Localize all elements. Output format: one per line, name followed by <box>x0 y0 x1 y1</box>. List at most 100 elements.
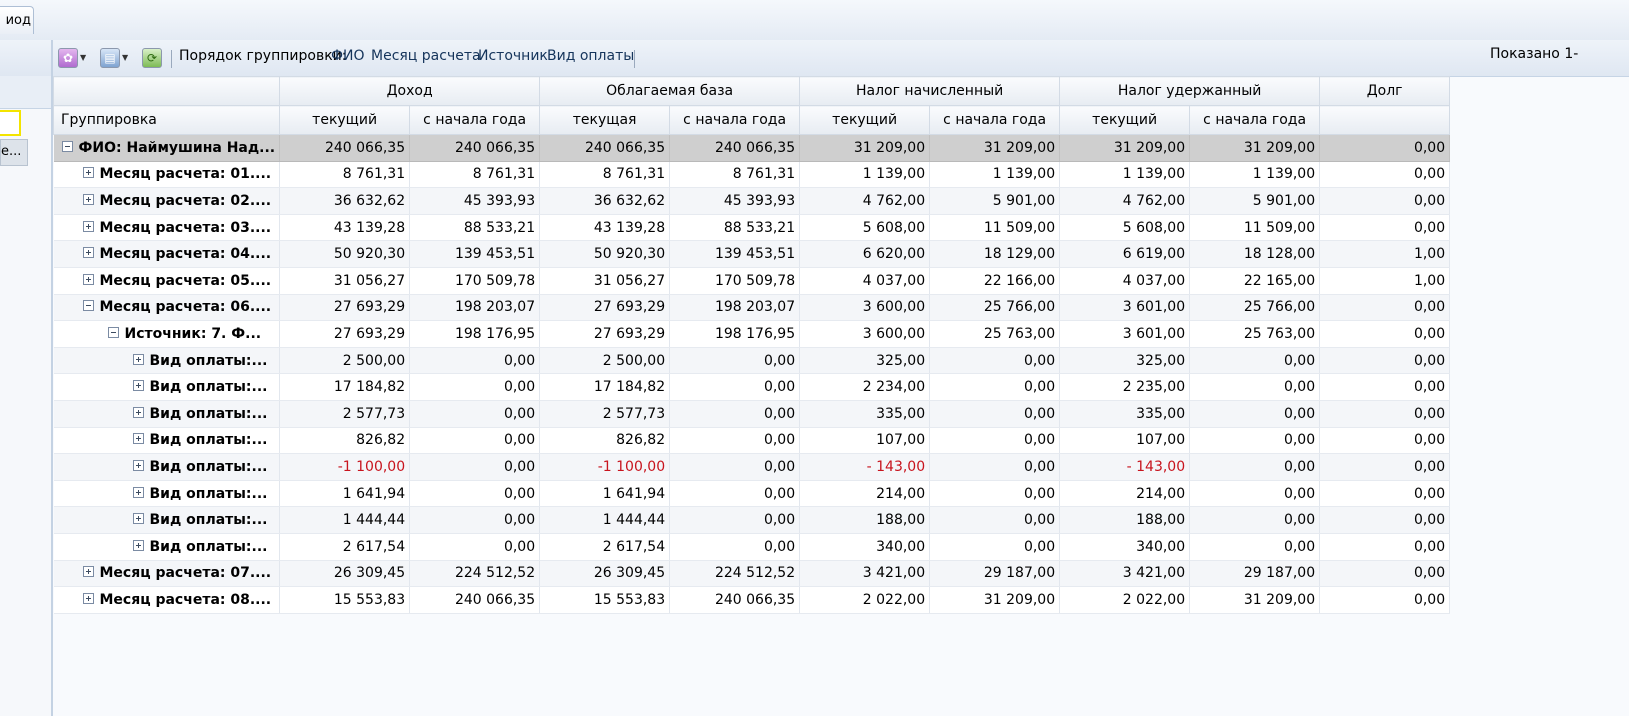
value-cell: 0,00 <box>409 427 541 455</box>
table-row[interactable]: Вид оплаты:... 2 617,54 0,00 2 617,54 0,00 34… <box>53 533 1451 561</box>
value-cell: 0,00 <box>1319 506 1451 534</box>
table-row[interactable]: Месяц расчета: 02.... 36 632,62 45 393,93 3… <box>53 187 1451 215</box>
table-row[interactable]: Вид оплаты:... 1 444,44 0,00 1 444,44 0,00 18… <box>53 506 1451 534</box>
grouping-cell: Источник: 7. Ф... <box>53 320 281 348</box>
column-header-accrued-ytd[interactable]: с начала года <box>929 105 1061 135</box>
add-menu-button[interactable]: ✿ ▼ <box>58 47 90 69</box>
collapse-icon[interactable] <box>61 140 73 152</box>
grouping-cell: Вид оплаты:... <box>53 506 281 534</box>
expand-icon[interactable] <box>132 406 144 418</box>
value-cell: 31 209,00 <box>1059 134 1191 162</box>
column-header-withheld-current[interactable]: текущий <box>1059 105 1191 135</box>
column-header-base-ytd[interactable]: с начала года <box>669 105 801 135</box>
expand-icon[interactable] <box>132 433 144 445</box>
left-filter-input[interactable] <box>0 110 21 136</box>
grouping-item-fio[interactable]: ФИО <box>331 48 365 64</box>
expand-icon[interactable] <box>82 167 94 179</box>
expand-icon[interactable] <box>132 513 144 525</box>
expand-icon[interactable] <box>82 592 94 604</box>
expand-icon[interactable] <box>132 380 144 392</box>
group-label: Вид оплаты:... <box>149 538 268 555</box>
table-row[interactable]: Месяц расчета: 08.... 15 553,83 240 066,35… <box>53 586 1451 614</box>
group-label: Месяц расчета: 05.... <box>99 272 272 289</box>
table-row[interactable]: Вид оплаты:... 826,82 0,00 826,82 0,00 107,00… <box>53 427 1451 455</box>
value-cell: 2 235,00 <box>1059 373 1191 401</box>
table-row[interactable]: Вид оплаты:... 2 577,73 0,00 2 577,73 0,00 33… <box>53 400 1451 428</box>
value-cell: 15 553,83 <box>279 586 411 614</box>
expand-icon[interactable] <box>82 566 94 578</box>
value-cell: 0,00 <box>1189 533 1321 561</box>
column-header-debt[interactable] <box>1319 105 1451 135</box>
value-cell: 0,00 <box>1319 480 1451 508</box>
print-button[interactable]: ▤ ▼ <box>100 47 132 69</box>
column-header-accrued-current[interactable]: текущий <box>799 105 931 135</box>
table-row[interactable]: Месяц расчета: 03.... 43 139,28 88 533,21 4… <box>53 214 1451 242</box>
value-cell: 0,00 <box>669 453 801 481</box>
value-cell: 25 766,00 <box>929 294 1061 322</box>
value-cell: 107,00 <box>799 427 931 455</box>
value-cell: 198 176,95 <box>669 320 801 348</box>
table-row[interactable]: Вид оплаты:... 17 184,82 0,00 17 184,82 0,00… <box>53 373 1451 401</box>
value-cell: 0,00 <box>669 400 801 428</box>
grouping-item-payment-type[interactable]: Вид оплаты <box>547 48 634 64</box>
value-cell: 0,00 <box>1319 373 1451 401</box>
collapse-icon[interactable] <box>107 326 119 338</box>
value-cell: 335,00 <box>799 400 931 428</box>
value-cell: 31 056,27 <box>279 267 411 295</box>
value-cell: 2 500,00 <box>279 347 411 375</box>
table-row[interactable]: Месяц расчета: 06.... 27 693,29 198 203,07… <box>53 294 1451 322</box>
grouping-item-month[interactable]: Месяц расчета <box>371 48 481 64</box>
tab-period[interactable]: иод <box>0 6 34 34</box>
grouping-cell: Вид оплаты:... <box>53 347 281 375</box>
collapse-icon[interactable] <box>82 300 94 312</box>
value-cell: 198 176,95 <box>409 320 541 348</box>
expand-icon[interactable] <box>132 459 144 471</box>
value-cell: 107,00 <box>1059 427 1191 455</box>
table-row[interactable]: Вид оплаты:... -1 100,00 0,00 -1 100,00 0,00… <box>53 453 1451 481</box>
value-cell: 0,00 <box>669 347 801 375</box>
table-row[interactable]: Месяц расчета: 05.... 31 056,27 170 509,78… <box>53 267 1451 295</box>
table-row[interactable]: ФИО: Наймушина Над... 240 066,35 240 066,3… <box>53 134 1451 162</box>
value-cell: 50 920,30 <box>539 240 671 268</box>
value-cell: 0,00 <box>409 480 541 508</box>
table-row[interactable]: Вид оплаты:... 2 500,00 0,00 2 500,00 0,00 32… <box>53 347 1451 375</box>
value-cell: 340,00 <box>799 533 931 561</box>
expand-icon[interactable] <box>82 193 94 205</box>
value-cell: 826,82 <box>539 427 671 455</box>
expand-icon[interactable] <box>132 353 144 365</box>
value-cell: 4 762,00 <box>799 187 931 215</box>
value-cell: 3 601,00 <box>1059 294 1191 322</box>
table-row[interactable]: Вид оплаты:... 1 641,94 0,00 1 641,94 0,00 21… <box>53 480 1451 508</box>
value-cell: 188,00 <box>799 506 931 534</box>
group-label: Вид оплаты:... <box>149 405 268 422</box>
value-cell: 0,00 <box>929 373 1061 401</box>
value-cell: - 143,00 <box>1059 453 1191 481</box>
refresh-button[interactable]: ⟳ <box>142 47 164 69</box>
column-header-income-ytd[interactable]: с начала года <box>409 105 541 135</box>
column-header-withheld-ytd[interactable]: с начала года <box>1189 105 1321 135</box>
value-cell: 4 762,00 <box>1059 187 1191 215</box>
expand-icon[interactable] <box>132 486 144 498</box>
table-row[interactable]: Месяц расчета: 01.... 8 761,31 8 761,31 8 7… <box>53 161 1451 189</box>
value-cell: 240 066,35 <box>669 586 801 614</box>
expand-icon[interactable] <box>82 220 94 232</box>
expand-icon[interactable] <box>82 273 94 285</box>
column-header-grouping[interactable]: Группировка <box>52 105 281 135</box>
column-header-income-current[interactable]: текущий <box>279 105 411 135</box>
grouping-item-source[interactable]: Источник <box>478 48 548 64</box>
value-cell: 1,00 <box>1319 267 1451 295</box>
expand-icon[interactable] <box>132 539 144 551</box>
value-cell: 224 512,52 <box>409 560 541 588</box>
table-row[interactable]: Месяц расчета: 07.... 26 309,45 224 512,52… <box>53 560 1451 588</box>
left-selected-item[interactable]: е... <box>0 139 28 166</box>
table-row[interactable]: Месяц расчета: 04.... 50 920,30 139 453,51… <box>53 240 1451 268</box>
value-cell: 0,00 <box>1319 320 1451 348</box>
expand-icon[interactable] <box>82 247 94 259</box>
table-row[interactable]: Источник: 7. Ф... 27 693,29 198 176,95 27 6… <box>53 320 1451 348</box>
value-cell: 0,00 <box>409 533 541 561</box>
value-cell: 3 601,00 <box>1059 320 1191 348</box>
value-cell: 0,00 <box>1319 187 1451 215</box>
value-cell: 0,00 <box>1189 453 1321 481</box>
header-group-tax-accrued: Налог начисленный <box>799 76 1061 106</box>
column-header-base-current[interactable]: текущая <box>539 105 671 135</box>
